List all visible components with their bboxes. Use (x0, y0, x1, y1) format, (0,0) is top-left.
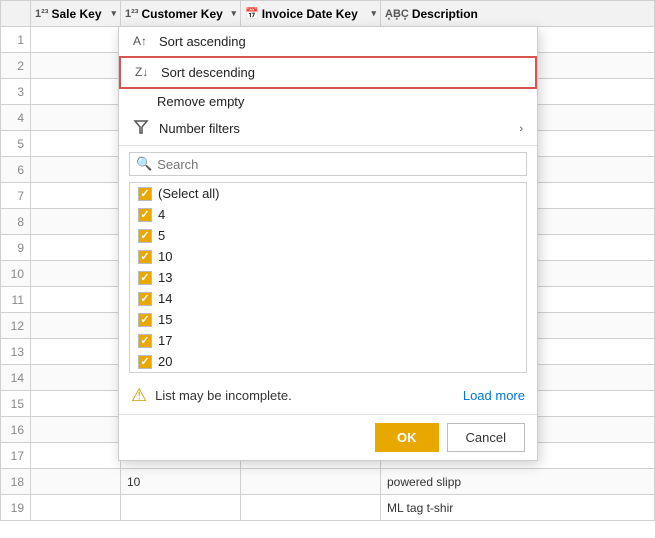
description-label: Description (412, 7, 478, 21)
customer-key-header[interactable]: 1²³ Customer Key ▾ (121, 1, 241, 27)
invoice-date-dropdown-icon[interactable]: ▾ (371, 8, 376, 19)
checklist-value-15: 15 (158, 312, 172, 327)
sale-cell (31, 27, 121, 53)
select-all-item[interactable]: (Select all) (130, 183, 526, 204)
sort-descending-icon: Z↓ (135, 63, 153, 82)
select-all-label: (Select all) (158, 186, 219, 201)
checklist-value-14: 14 (158, 291, 172, 306)
table-row: 18 10 powered slipp (1, 469, 655, 495)
number-filters-icon (133, 119, 151, 138)
sort-ascending-item[interactable]: A↑ Sort ascending (119, 27, 537, 56)
sort-descending-item[interactable]: Z↓ Sort descending (119, 56, 537, 89)
sale-key-type-icon: 1²³ (35, 8, 48, 20)
load-more-link[interactable]: Load more (463, 388, 525, 403)
dialog-buttons: OK Cancel (119, 414, 537, 460)
remove-empty-item[interactable]: Remove empty (119, 89, 537, 114)
checklist-value-4: 4 (158, 207, 165, 222)
invoice-date-key-header[interactable]: 📅 Invoice Date Key ▾ (241, 1, 381, 27)
cancel-button[interactable]: Cancel (447, 423, 525, 452)
checklist-value-5: 5 (158, 228, 165, 243)
sale-key-label: Sale Key (51, 7, 101, 21)
checkbox-17[interactable] (138, 334, 152, 348)
checklist-item-20[interactable]: 20 (130, 351, 526, 372)
customer-key-label: Customer Key (141, 7, 222, 21)
svg-text:A↑: A↑ (133, 34, 147, 48)
customer-key-dropdown-icon[interactable]: ▾ (231, 8, 236, 19)
table-container: 1²³ Sale Key ▾ 1²³ Customer Key ▾ 📅 (0, 0, 655, 538)
warning-icon: ⚠ (131, 385, 147, 406)
row-num-cell: 1 (1, 27, 31, 53)
search-box[interactable]: 🔍 (129, 152, 527, 176)
sale-key-dropdown-icon[interactable]: ▾ (111, 8, 116, 19)
checklist-value-13: 13 (158, 270, 172, 285)
search-icon: 🔍 (136, 156, 152, 172)
customer-key-type-icon: 1²³ (125, 8, 138, 20)
checkbox-10[interactable] (138, 250, 152, 264)
ok-button[interactable]: OK (375, 423, 439, 452)
sort-descending-label: Sort descending (161, 65, 255, 80)
row-num-header (1, 1, 31, 27)
search-input[interactable] (157, 157, 520, 172)
checkbox-14[interactable] (138, 292, 152, 306)
description-header[interactable]: A͓B͓C͓ Description (381, 1, 655, 27)
sort-ascending-icon: A↑ (133, 32, 151, 51)
warning-text: List may be incomplete. (155, 388, 292, 403)
table-row: 19 ML tag t-shir (1, 495, 655, 521)
checkbox-20[interactable] (138, 355, 152, 369)
checkbox-5[interactable] (138, 229, 152, 243)
checklist-value-10: 10 (158, 249, 172, 264)
checklist-value-17: 17 (158, 333, 172, 348)
description-type-icon: A͓B͓C͓ (385, 8, 409, 20)
sale-key-header[interactable]: 1²³ Sale Key ▾ (31, 1, 121, 27)
number-filters-arrow: › (519, 123, 523, 135)
checklist-item-5[interactable]: 5 (130, 225, 526, 246)
remove-empty-label: Remove empty (157, 94, 244, 109)
number-filters-label: Number filters (159, 121, 240, 136)
checkbox-13[interactable] (138, 271, 152, 285)
number-filters-item[interactable]: Number filters › (119, 114, 537, 143)
checklist-item-13[interactable]: 13 (130, 267, 526, 288)
invoice-date-type-icon: 📅 (245, 7, 259, 20)
checklist-item-15[interactable]: 15 (130, 309, 526, 330)
checklist-value-20: 20 (158, 354, 172, 369)
svg-text:Z↓: Z↓ (135, 65, 148, 79)
sort-ascending-label: Sort ascending (159, 34, 246, 49)
filter-dropdown-panel: A↑ Sort ascending Z↓ Sort descending Rem… (118, 26, 538, 461)
checkbox-15[interactable] (138, 313, 152, 327)
checklist-item-4[interactable]: 4 (130, 204, 526, 225)
select-all-checkbox[interactable] (138, 187, 152, 201)
checkbox-4[interactable] (138, 208, 152, 222)
checklist-item-17[interactable]: 17 (130, 330, 526, 351)
checklist-item-14[interactable]: 14 (130, 288, 526, 309)
filter-checklist[interactable]: (Select all) 4 5 10 13 (129, 182, 527, 373)
separator (119, 145, 537, 146)
checklist-item-10[interactable]: 10 (130, 246, 526, 267)
warning-bar: ⚠ List may be incomplete. Load more (119, 377, 537, 414)
invoice-date-label: Invoice Date Key (262, 7, 358, 21)
